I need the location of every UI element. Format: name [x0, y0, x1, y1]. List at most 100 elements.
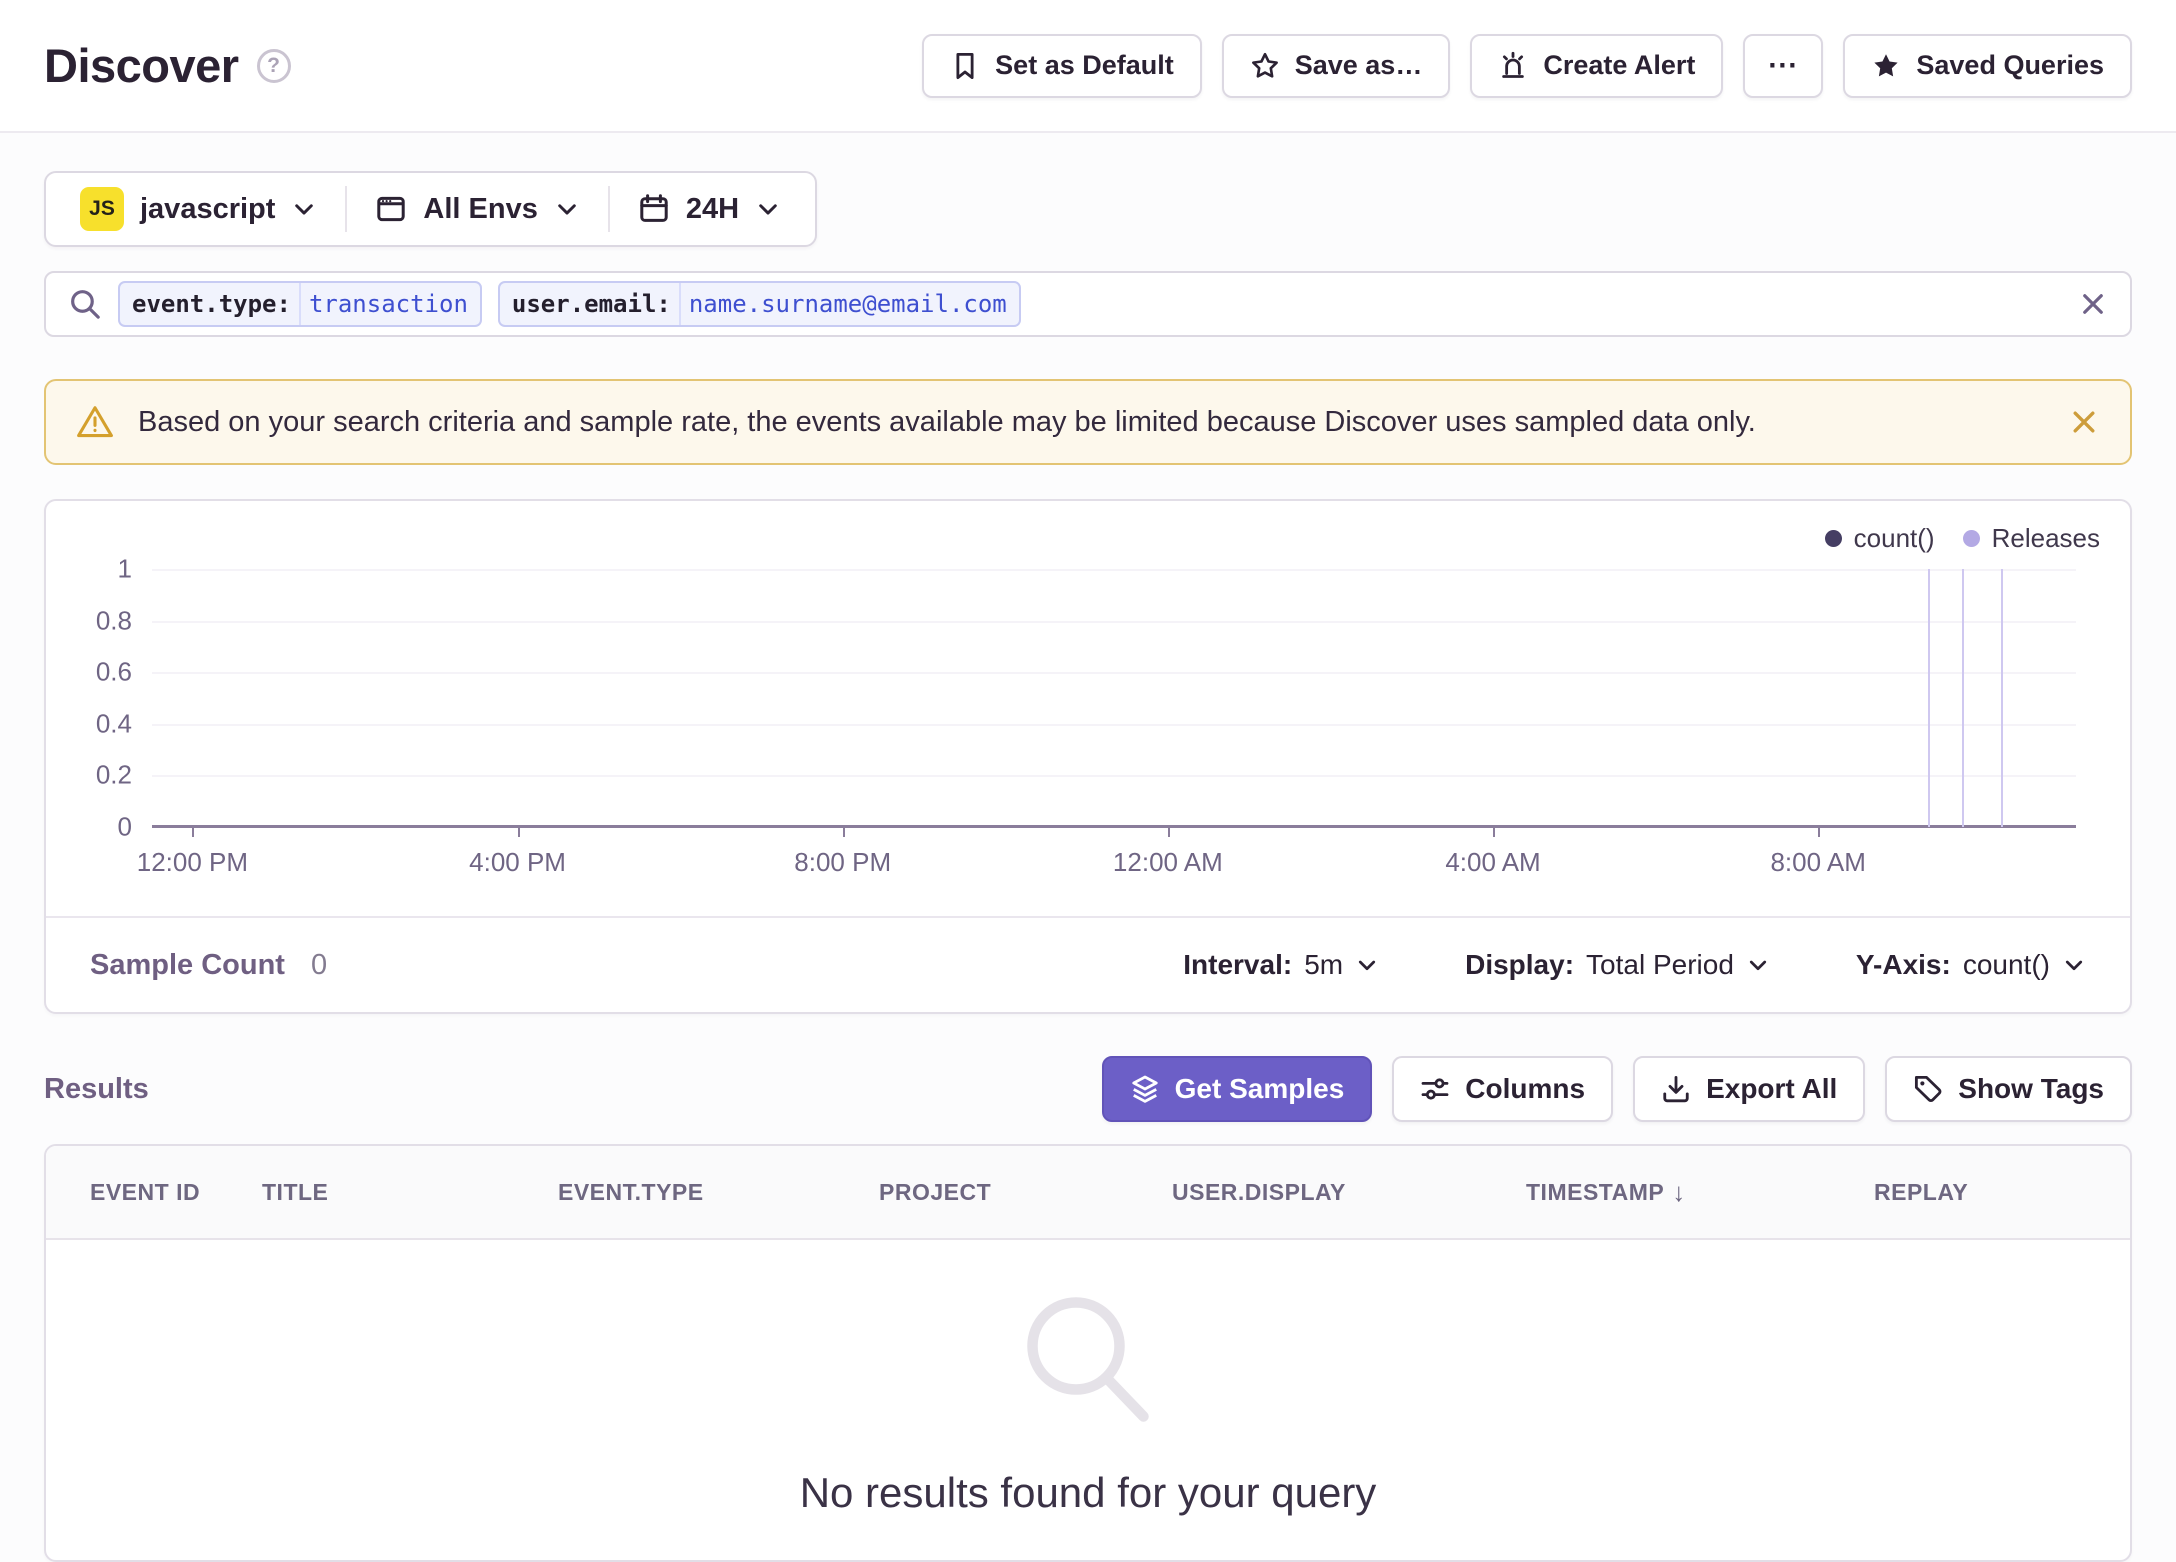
environment-filter-label: All Envs [423, 192, 538, 225]
calendar-icon [638, 193, 670, 225]
tag-icon [1913, 1074, 1943, 1104]
results-table-empty-state: No results found for your query [46, 1240, 2130, 1560]
x-axis-tick [842, 827, 845, 837]
column-header-title[interactable]: TITLE [262, 1179, 558, 1206]
chevron-down-icon [1746, 953, 1770, 977]
column-header-project[interactable]: PROJECT [879, 1179, 1172, 1206]
save-as-button[interactable]: Save as… [1221, 33, 1451, 98]
page-filter-bar: JS javascript All Envs 24H [44, 171, 818, 247]
gridline [152, 775, 2076, 778]
chevron-down-icon [755, 196, 781, 222]
release-marker-line[interactable] [2000, 569, 2003, 827]
page-header: Discover ? Set as Default Save as… Creat… [0, 0, 2176, 133]
sampled-data-warning-banner: Based on your search criteria and sample… [44, 379, 2132, 465]
column-header-timestamp[interactable]: TIMESTAMP ↓ [1526, 1177, 1874, 1208]
y-axis-tick-label: 1 [117, 553, 132, 584]
x-axis-tick [1818, 827, 1821, 837]
chevron-down-icon [2062, 953, 2086, 977]
ellipsis-icon: ⋯ [1767, 49, 1800, 82]
column-header-event-type[interactable]: EVENT.TYPE [558, 1179, 879, 1206]
release-marker-line[interactable] [1927, 569, 1930, 827]
banner-close-icon[interactable] [2068, 406, 2100, 438]
y-axis-tick-label: 0.2 [95, 759, 132, 790]
download-icon [1661, 1074, 1691, 1104]
results-table: EVENT ID TITLE EVENT.TYPE PROJECT USER.D… [44, 1144, 2132, 1562]
search-token-key: event.type: [120, 283, 301, 325]
chart-legend: count() Releases [1824, 523, 2100, 554]
sample-count-label: Sample Count [90, 948, 285, 981]
set-as-default-button[interactable]: Set as Default [922, 33, 1202, 98]
x-axis-tick [1167, 827, 1170, 837]
page-title: Discover [44, 39, 239, 92]
gridline [152, 620, 2076, 623]
column-header-event-id[interactable]: EVENT ID [90, 1179, 262, 1206]
x-axis-tick [1493, 827, 1496, 837]
warning-triangle-icon [76, 403, 114, 441]
create-alert-button[interactable]: Create Alert [1470, 33, 1724, 98]
gridline [152, 569, 2076, 571]
columns-button[interactable]: Columns [1392, 1056, 1614, 1122]
search-clear-button[interactable] [2078, 289, 2108, 319]
x-axis-tick-label: 8:00 AM [1770, 847, 1866, 877]
legend-item-count[interactable]: count() [1824, 523, 1935, 554]
show-tags-button[interactable]: Show Tags [1885, 1056, 2132, 1122]
x-axis-tick [192, 827, 195, 837]
window-icon [375, 193, 407, 225]
interval-dropdown[interactable]: Interval: 5m [1183, 949, 1379, 981]
search-token[interactable]: user.email: name.surname@email.com [497, 281, 1021, 327]
sort-desc-icon: ↓ [1672, 1176, 1686, 1207]
help-icon[interactable]: ? [256, 48, 291, 83]
discover-page: Discover ? Set as Default Save as… Creat… [0, 0, 2176, 1562]
chart-plot-area: 1 0.8 0.6 0.4 0.2 0 12:00 PM 4:00 PM 8:0… [96, 554, 2076, 877]
empty-message: No results found for your query [799, 1469, 1377, 1516]
search-token[interactable]: event.type: transaction [118, 281, 482, 327]
events-chart-panel: count() Releases 1 0.8 0.6 0.4 0.2 0 12:… [44, 499, 2132, 1014]
results-actions: Get Samples Columns Export All Show Tags [1101, 1056, 2132, 1122]
release-marker-line[interactable] [1962, 569, 1965, 827]
saved-queries-button[interactable]: Saved Queries [1843, 33, 2132, 98]
gridline [152, 672, 2076, 675]
sample-count-value: 0 [310, 948, 328, 981]
banner-text: Based on your search criteria and sample… [138, 405, 1756, 438]
y-axis-tick-label: 0.6 [95, 656, 132, 687]
layers-icon [1130, 1074, 1160, 1104]
y-axis-tick-label: 0.8 [95, 605, 132, 636]
time-range-filter[interactable]: 24H [610, 193, 809, 226]
results-heading: Results [44, 1072, 149, 1105]
legend-dot [1824, 530, 1842, 547]
time-range-label: 24H [685, 192, 740, 225]
x-axis-tick-label: 12:00 PM [136, 847, 249, 877]
magnifier-empty-icon [1013, 1283, 1163, 1433]
search-input[interactable]: event.type: transaction user.email: name… [44, 271, 2132, 337]
environment-filter[interactable]: All Envs [347, 193, 607, 226]
chevron-down-icon [554, 196, 580, 222]
project-filter[interactable]: JS javascript [52, 187, 345, 231]
results-table-header: EVENT ID TITLE EVENT.TYPE PROJECT USER.D… [46, 1146, 2130, 1240]
get-samples-button[interactable]: Get Samples [1101, 1056, 1373, 1122]
alert-siren-icon [1498, 51, 1528, 81]
legend-item-releases[interactable]: Releases [1962, 523, 2100, 554]
chart-footer: Sample Count 0 Interval: 5m Display: Tot… [46, 916, 2130, 1012]
star-filled-icon [1871, 51, 1901, 81]
x-axis-tick-label: 4:00 AM [1445, 847, 1541, 877]
gridline [152, 723, 2076, 726]
x-axis-tick [517, 827, 520, 837]
project-filter-label: javascript [140, 192, 276, 225]
y-axis-tick-label: 0 [117, 811, 132, 842]
export-all-button[interactable]: Export All [1633, 1056, 1866, 1122]
search-icon [68, 287, 102, 321]
display-dropdown[interactable]: Display: Total Period [1465, 949, 1770, 981]
search-token-key: user.email: [500, 283, 681, 325]
sliders-icon [1420, 1074, 1450, 1104]
column-header-replay[interactable]: REPLAY [1874, 1179, 2086, 1206]
x-axis-line [152, 825, 2076, 828]
search-token-value: name.surname@email.com [688, 290, 1007, 318]
more-options-button[interactable]: ⋯ [1743, 33, 1824, 98]
star-outline-icon [1250, 51, 1280, 81]
chevron-down-icon [1355, 953, 1379, 977]
column-header-user-display[interactable]: USER.DISPLAY [1172, 1179, 1526, 1206]
y-axis-dropdown[interactable]: Y-Axis: count() [1856, 949, 2086, 981]
legend-dot [1962, 530, 1980, 547]
y-axis-tick-label: 0.4 [95, 708, 132, 739]
x-axis-tick-label: 4:00 PM [469, 847, 566, 877]
